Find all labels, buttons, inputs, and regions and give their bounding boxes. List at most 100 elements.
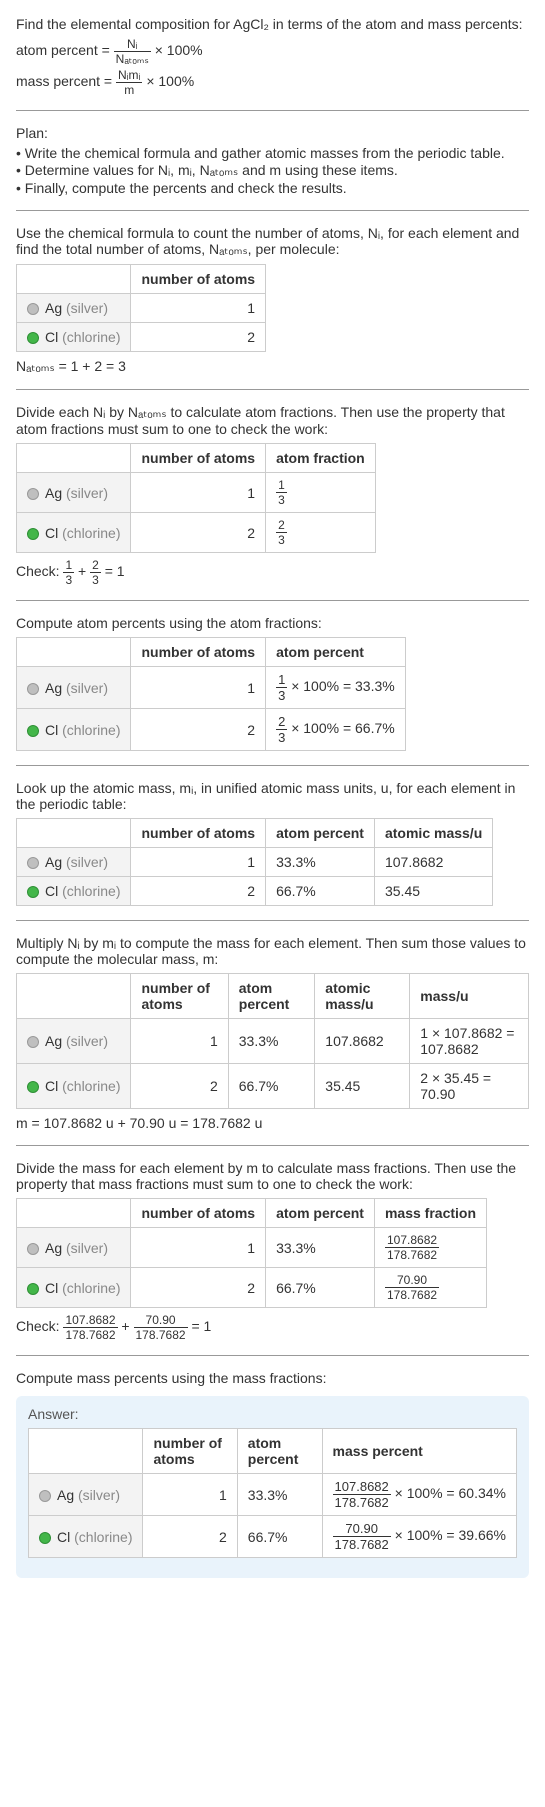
col-atom-percent: atom percent <box>266 1199 375 1228</box>
symbol: Cl <box>45 722 58 738</box>
table-row: Ag (silver) 1 <box>17 294 266 323</box>
element-ag: Ag (silver) <box>17 848 131 877</box>
table-row: Ag (silver) 1 33.3% 107.8682 <box>17 848 493 877</box>
cell: 66.7% <box>228 1064 315 1109</box>
plus: + <box>121 1318 129 1334</box>
cell: 2 <box>131 709 266 751</box>
element-cl: Cl (chlorine) <box>17 323 131 352</box>
col-atom-percent: atom percent <box>266 638 406 667</box>
denominator: 3 <box>276 493 287 506</box>
table-row: Ag (silver) 1 13 <box>17 473 376 513</box>
col-atom-percent: atom percent <box>228 974 315 1019</box>
answer-box: Answer: number of atoms atom percent mas… <box>16 1396 529 1578</box>
dot-icon <box>27 303 39 315</box>
name: (silver) <box>66 485 108 501</box>
cell: 70.90178.7682 × 100% = 39.66% <box>322 1516 516 1558</box>
table-mass-fraction: number of atoms atom percent mass fracti… <box>16 1198 487 1308</box>
cell: 70.90178.7682 <box>374 1268 486 1308</box>
section4-text: Look up the atomic mass, mᵢ, in unified … <box>16 780 529 812</box>
symbol: Cl <box>45 1078 58 1094</box>
cell: 1 <box>131 1019 228 1064</box>
cell: 66.7% <box>266 877 375 906</box>
divider <box>16 1145 529 1146</box>
plan-item: Write the chemical formula and gather at… <box>16 145 529 161</box>
label: atom percent = <box>16 42 110 58</box>
numerator: 1 <box>63 559 74 573</box>
dot-icon <box>27 1283 39 1295</box>
symbol: Ag <box>45 854 62 870</box>
col-mass-fraction: mass fraction <box>374 1199 486 1228</box>
section2-text: Divide each Nᵢ by Nₐₜₒₘₛ to calculate at… <box>16 404 529 437</box>
element-cl: Cl (chlorine) <box>17 513 131 553</box>
divider <box>16 1355 529 1356</box>
table-atom-fraction: number of atoms atom fraction Ag (silver… <box>16 443 376 553</box>
divider <box>16 600 529 601</box>
section1-sum: Nₐₜₒₘₛ = 1 + 2 = 3 <box>16 358 529 375</box>
name: (chlorine) <box>62 329 120 345</box>
divider <box>16 389 529 390</box>
cell: 2 <box>131 323 266 352</box>
element-ag: Ag (silver) <box>17 473 131 513</box>
cell: 107.8682178.7682 <box>374 1228 486 1268</box>
table-row: Cl (chlorine) 2 66.7% 70.90178.7682 × 10… <box>29 1516 517 1558</box>
element-cl: Cl (chlorine) <box>17 1064 131 1109</box>
denominator: 178.7682 <box>385 1248 439 1261</box>
cell: 23 <box>266 513 376 553</box>
col-atom-percent: atom percent <box>266 819 375 848</box>
denominator: 3 <box>276 688 287 702</box>
section6-text: Divide the mass for each element by m to… <box>16 1160 529 1192</box>
cell: 1 <box>131 473 266 513</box>
symbol: Cl <box>45 883 58 899</box>
table-atomic-mass: number of atoms atom percent atomic mass… <box>16 818 493 906</box>
col-number-of-atoms: number of atoms <box>131 1199 266 1228</box>
cell: 1 <box>131 848 266 877</box>
cell: 2 <box>131 513 266 553</box>
divider <box>16 110 529 111</box>
cell: 33.3% <box>266 1228 375 1268</box>
col-number-of-atoms: number of atoms <box>131 444 266 473</box>
rhs: × 100% <box>155 42 203 58</box>
name: (silver) <box>66 1240 108 1256</box>
cell: 1 × 107.8682 = 107.8682 <box>410 1019 529 1064</box>
rhs: × 100% <box>146 73 194 89</box>
cell: 1 <box>131 294 266 323</box>
cell: 66.7% <box>237 1516 322 1558</box>
table-row: Cl (chlorine) 2 66.7% 70.90178.7682 <box>17 1268 487 1308</box>
symbol: Ag <box>45 1033 62 1049</box>
element-ag: Ag (silver) <box>17 1019 131 1064</box>
divider <box>16 920 529 921</box>
dot-icon <box>27 857 39 869</box>
name: (silver) <box>66 1033 108 1049</box>
cell: 1 <box>143 1474 237 1516</box>
cell: 1 <box>131 1228 266 1268</box>
cell: 13 × 100% = 33.3% <box>266 667 406 709</box>
dot-icon <box>27 488 39 500</box>
section6-check: Check: 107.8682178.7682 + 70.90178.7682 … <box>16 1314 529 1341</box>
numerator: 2 <box>90 559 101 573</box>
name: (chlorine) <box>62 525 120 541</box>
symbol: Cl <box>45 1280 58 1296</box>
section5-text: Multiply Nᵢ by mᵢ to compute the mass fo… <box>16 935 529 967</box>
col-number-of-atoms: number of atoms <box>131 638 266 667</box>
col-number-of-atoms: number of atoms <box>131 819 266 848</box>
dot-icon <box>27 1036 39 1048</box>
cell: 107.8682 <box>374 848 492 877</box>
table-atom-count: number of atoms Ag (silver) 1 Cl (chlori… <box>16 264 266 352</box>
name: (silver) <box>66 300 108 316</box>
symbol: Cl <box>57 1529 70 1545</box>
section1-text: Use the chemical formula to count the nu… <box>16 225 529 258</box>
element-ag: Ag (silver) <box>17 294 131 323</box>
table-row: Cl (chlorine) 2 23 × 100% = 66.7% <box>17 709 406 751</box>
col-atomic-mass: atomic mass/u <box>315 974 410 1019</box>
numerator: 70.90 <box>333 1522 391 1537</box>
fraction: Nᵢ Nₐₜₒₘₛ <box>114 38 151 65</box>
fraction: Nᵢmᵢ m <box>116 69 142 96</box>
col-number-of-atoms: number of atoms <box>143 1429 237 1474</box>
formula-atom-percent: atom percent = Nᵢ Nₐₜₒₘₛ × 100% <box>16 38 529 65</box>
element-cl: Cl (chlorine) <box>17 709 131 751</box>
table-answer: number of atoms atom percent mass percen… <box>28 1428 517 1558</box>
name: (chlorine) <box>74 1529 132 1545</box>
dot-icon <box>27 1081 39 1093</box>
col-number-of-atoms: number of atoms <box>131 974 228 1019</box>
denominator: 178.7682 <box>333 1537 391 1551</box>
